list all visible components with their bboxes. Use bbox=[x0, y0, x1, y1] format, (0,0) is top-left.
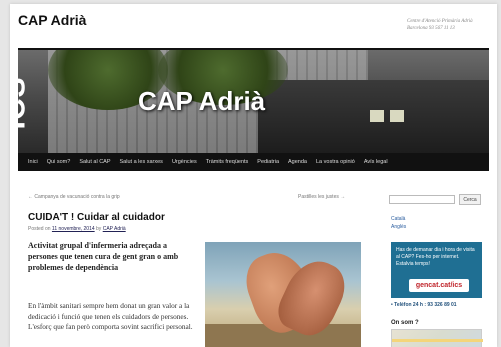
nav-item-inici[interactable]: Inici bbox=[28, 159, 38, 165]
nav-item-qui-som[interactable]: Qui som? bbox=[47, 159, 71, 165]
banner-window bbox=[370, 110, 384, 122]
meta-prefix: Posted on bbox=[28, 226, 51, 232]
language-link-angles[interactable]: Anglès bbox=[391, 223, 406, 231]
address-line: Barcelona 93 567 11 13 bbox=[407, 26, 455, 31]
main-nav: Inici Qui som? Salut al CAP Salut a les … bbox=[18, 153, 489, 171]
post-lead: Activitat grupal d'infermeria adreçada a… bbox=[28, 241, 179, 272]
header-address: Centre d'Atenció Primària Adrià Barcelon… bbox=[407, 18, 487, 32]
post-author-link[interactable]: CAP Adrià bbox=[103, 226, 126, 232]
search-input[interactable] bbox=[389, 195, 455, 204]
meta-by: by bbox=[96, 226, 102, 232]
phone-number: • Telèfon 24 h : 93 326 89 01 bbox=[391, 302, 457, 308]
previous-post-link[interactable]: ← Campanya de vacunació contra la grip bbox=[28, 194, 120, 200]
post-title: CUIDA'T ! Cuidar al cuidador bbox=[28, 212, 165, 223]
nav-item-tramits[interactable]: Tràmits freqüents bbox=[206, 159, 249, 165]
search-button[interactable]: Cerca bbox=[459, 194, 481, 205]
nav-item-salut-al-cap[interactable]: Salut al CAP bbox=[79, 159, 110, 165]
nav-item-pediatria[interactable]: Pediatria bbox=[257, 159, 279, 165]
address-line: Centre d'Atenció Primària Adrià bbox=[407, 19, 473, 24]
ics-logo-text: ICS bbox=[18, 76, 32, 130]
map-thumbnail[interactable] bbox=[391, 329, 483, 347]
post-image-holding-hands bbox=[205, 242, 361, 347]
map-road bbox=[392, 339, 483, 342]
ics-logo[interactable]: ICS bbox=[18, 56, 48, 148]
site-title[interactable]: CAP Adrià bbox=[18, 12, 86, 28]
nav-item-salut-a-les-xarxes[interactable]: Salut a les xarxes bbox=[120, 159, 163, 165]
post-meta: Posted on 11 novembre, 2014 by CAP Adrià bbox=[28, 226, 126, 232]
where-title: On som ? bbox=[391, 320, 419, 326]
header-banner: ICS CAP Adrià bbox=[18, 48, 489, 153]
gencat-logo: gencat.cat/ics bbox=[409, 279, 469, 292]
promo-banner[interactable]: Has de demanar dia i hora de visita al C… bbox=[391, 242, 482, 298]
banner-window bbox=[390, 110, 404, 122]
banner-title: CAP Adrià bbox=[138, 86, 266, 116]
nav-item-urgencies[interactable]: Urgències bbox=[172, 159, 197, 165]
nav-item-opinio[interactable]: La vostra opinió bbox=[316, 159, 355, 165]
nav-item-agenda[interactable]: Agenda bbox=[288, 159, 307, 165]
language-link-catala[interactable]: Català bbox=[391, 215, 406, 223]
promo-text: Has de demanar dia i hora de visita al C… bbox=[396, 247, 475, 267]
nav-item-avis-legal[interactable]: Avís legal bbox=[364, 159, 388, 165]
post-date-link[interactable]: 11 novembre, 2014 bbox=[52, 226, 95, 232]
language-list: Català Anglès bbox=[391, 215, 406, 231]
page: CAP Adrià Centre d'Atenció Primària Adri… bbox=[10, 4, 497, 347]
post-body: En l'àmbit sanitari sempre hem donat un … bbox=[28, 301, 193, 331]
next-post-link[interactable]: Pastilles les justes → bbox=[298, 194, 345, 200]
